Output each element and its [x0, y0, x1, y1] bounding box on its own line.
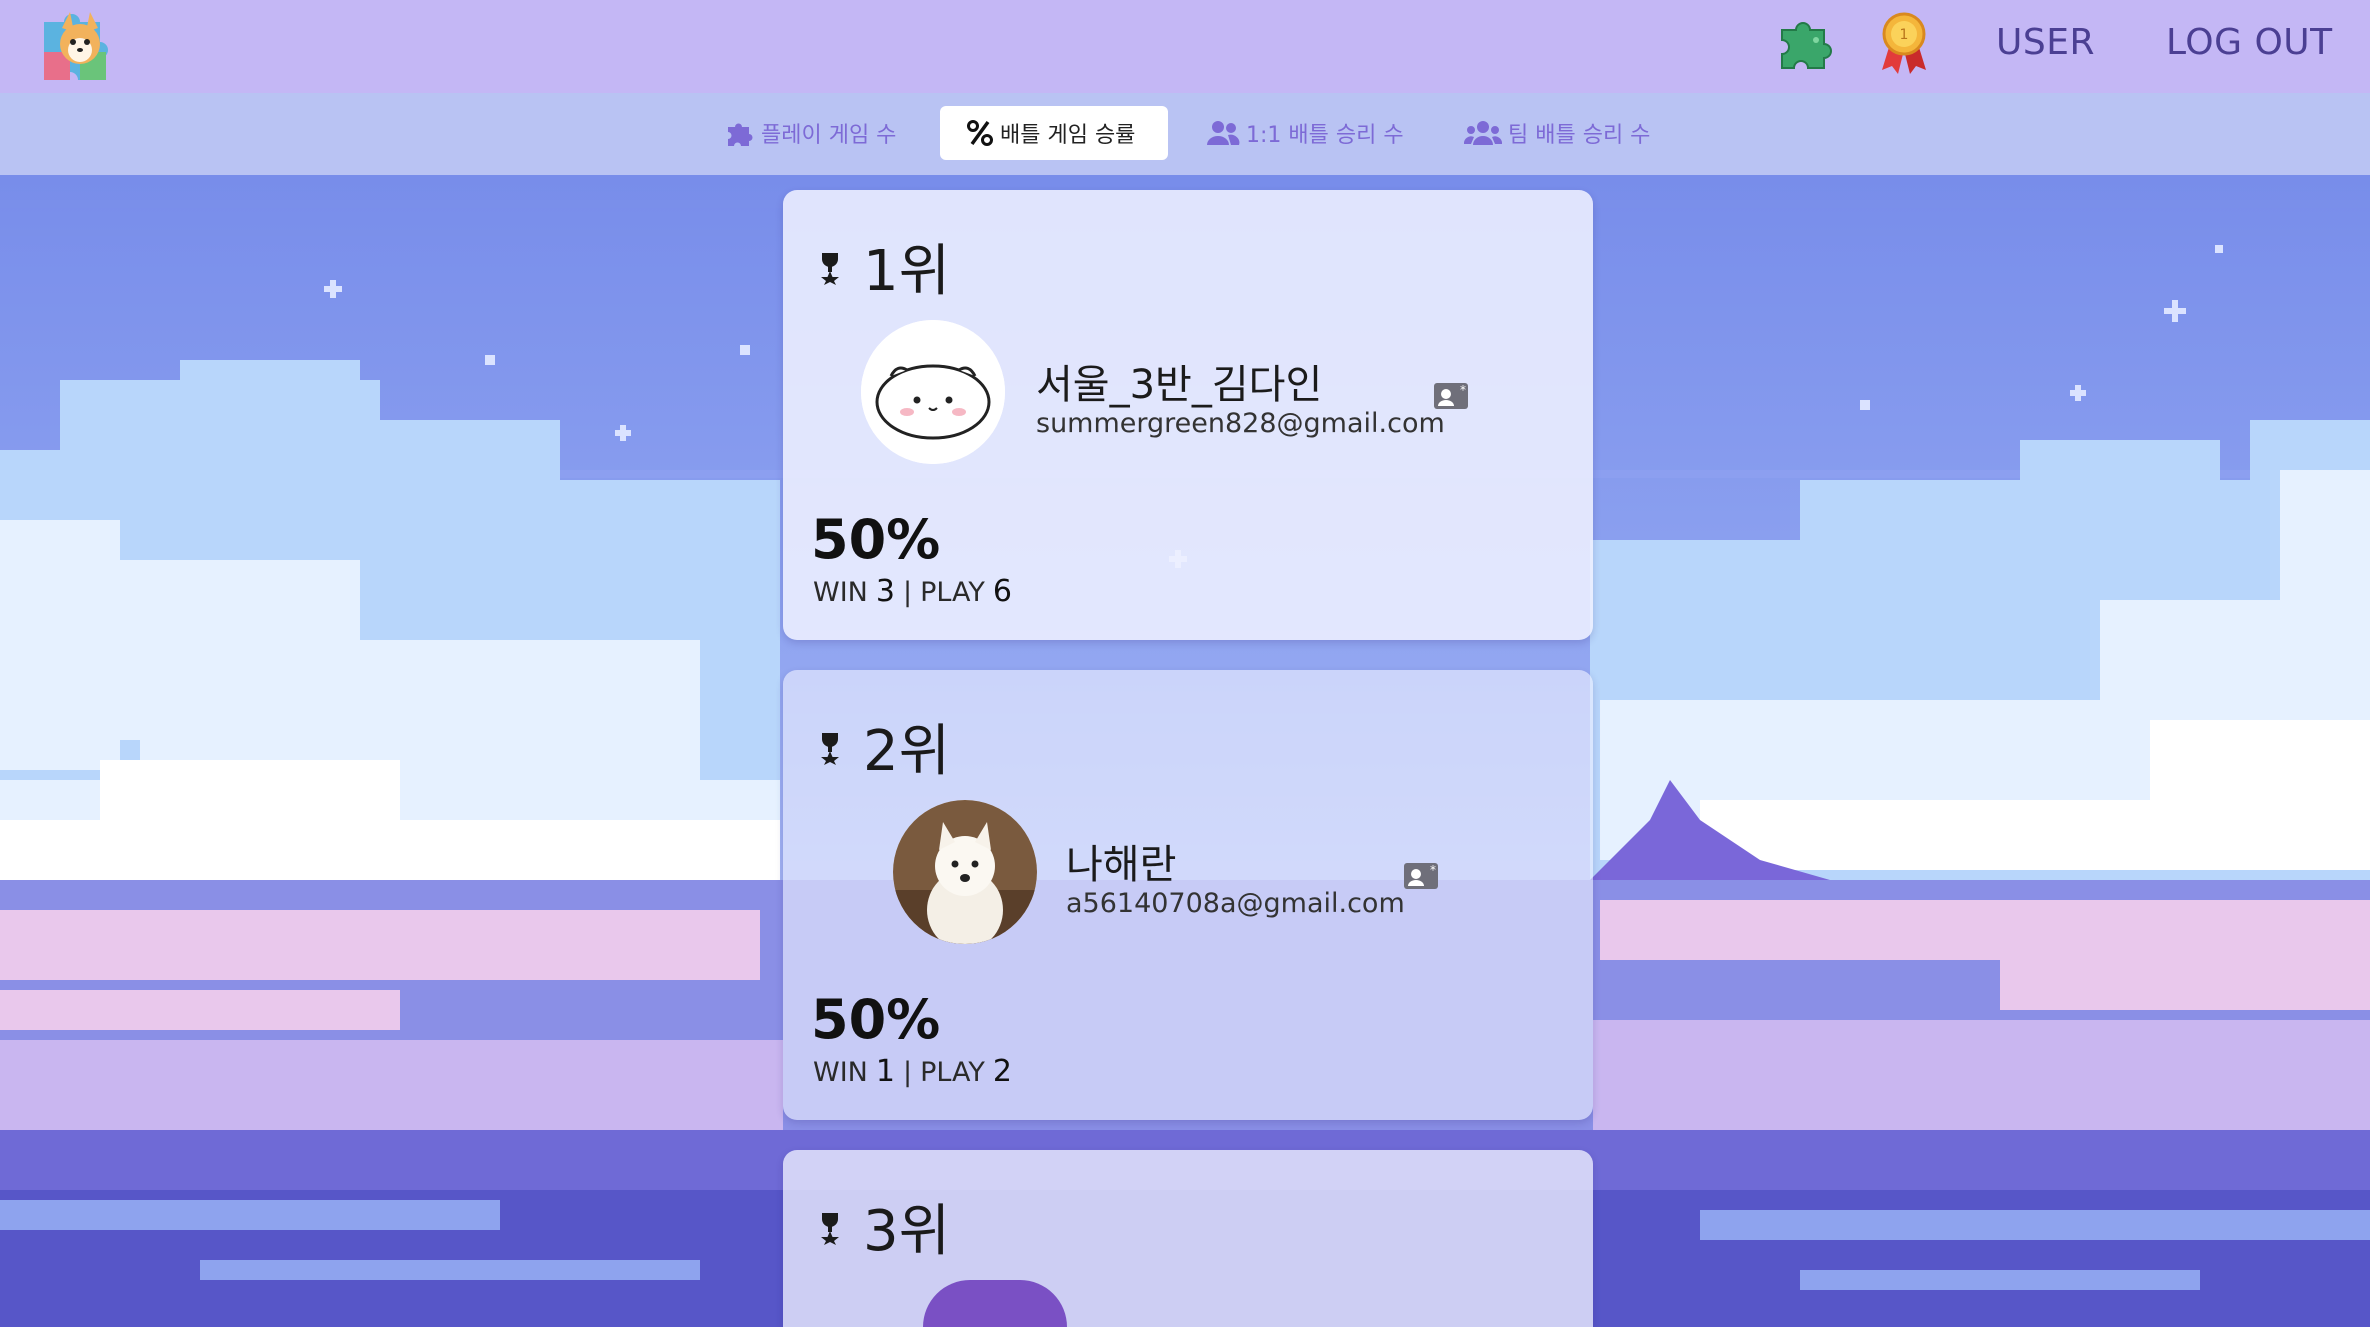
rank-label: 1위 [863, 239, 951, 304]
ranking-tab-bar: 플레이 게임 수 배틀 게임 승률 1:1 배틀 승리 수 팀 배틀 승리 수 [0, 93, 2370, 175]
play-label: PLAY [920, 577, 985, 608]
group-icon [1464, 121, 1502, 145]
tab-label: 1:1 배틀 승리 수 [1246, 123, 1404, 148]
puzzle-icon[interactable] [1776, 12, 1838, 72]
separator: | [902, 1057, 913, 1088]
win-count: 1 [875, 1054, 895, 1089]
win-play-record: WIN 1 | PLAY 2 [813, 1054, 1012, 1089]
ranking-card[interactable]: 3위 [783, 1150, 1593, 1327]
percent-icon [967, 120, 993, 146]
win-rate: 50% [811, 508, 941, 571]
ranking-card[interactable]: 1위 서울_3반_김다인 summergreen828@gmail.com * … [783, 190, 1593, 640]
tab-battle-win-rate[interactable]: 배틀 게임 승률 [940, 106, 1168, 160]
svg-text:*: * [1460, 383, 1466, 397]
avatar[interactable] [861, 320, 1005, 464]
avatar[interactable] [893, 800, 1037, 944]
win-rate: 50% [811, 988, 941, 1051]
trophy-icon [821, 252, 839, 285]
trophy-icon [821, 732, 839, 765]
dog-photo-avatar [893, 800, 1037, 944]
medal-icon[interactable]: 1 [1876, 10, 1932, 76]
tab-label: 팀 배틀 승리 수 [1508, 123, 1651, 148]
rank-row: 2위 [817, 706, 950, 787]
top-header: 1 USER LOG OUT [0, 0, 2370, 93]
tab-1v1-wins[interactable]: 1:1 배틀 승리 수 [1180, 106, 1430, 160]
rank-row: 3위 [817, 1186, 950, 1267]
separator: | [902, 577, 913, 608]
play-label: PLAY [920, 1057, 985, 1088]
win-label: WIN [813, 1057, 868, 1088]
tab-team-battle-wins[interactable]: 팀 배틀 승리 수 [1438, 106, 1676, 160]
win-label: WIN [813, 577, 868, 608]
hamster-avatar [861, 320, 1005, 464]
user-link[interactable]: USER [1996, 22, 2095, 63]
svg-text:*: * [1430, 863, 1436, 877]
play-count: 6 [992, 574, 1012, 609]
tab-label: 플레이 게임 수 [761, 123, 897, 148]
play-count: 2 [992, 1054, 1012, 1089]
puzzle-dog-logo[interactable] [34, 2, 126, 88]
user-email: a56140708a@gmail.com [1066, 888, 1405, 919]
user-name: 나해란 [1066, 842, 1177, 888]
tab-play-count[interactable]: 플레이 게임 수 [699, 106, 922, 160]
logout-link[interactable]: LOG OUT [2166, 22, 2333, 63]
svg-text:1: 1 [1900, 27, 1909, 43]
win-play-record: WIN 3 | PLAY 6 [813, 574, 1012, 609]
user-name: 서울_3반_김다인 [1036, 362, 1323, 408]
avatar[interactable] [923, 1280, 1067, 1327]
tab-label: 배틀 게임 승률 [1000, 123, 1136, 148]
rank-label: 2위 [863, 719, 951, 784]
trophy-icon [821, 1212, 839, 1245]
ranking-card[interactable]: 2위 나해란 a56140708a@gmail.com * 50% WIN 1 … [783, 670, 1593, 1120]
contact-card-icon[interactable]: * [1433, 380, 1469, 410]
contact-card-icon[interactable]: * [1403, 860, 1439, 890]
win-count: 3 [875, 574, 895, 609]
rank-row: 1위 [817, 226, 950, 307]
puzzle-icon [728, 123, 753, 146]
rank-label: 3위 [863, 1199, 951, 1264]
users-icon [1207, 121, 1240, 145]
user-email: summergreen828@gmail.com [1036, 408, 1445, 439]
